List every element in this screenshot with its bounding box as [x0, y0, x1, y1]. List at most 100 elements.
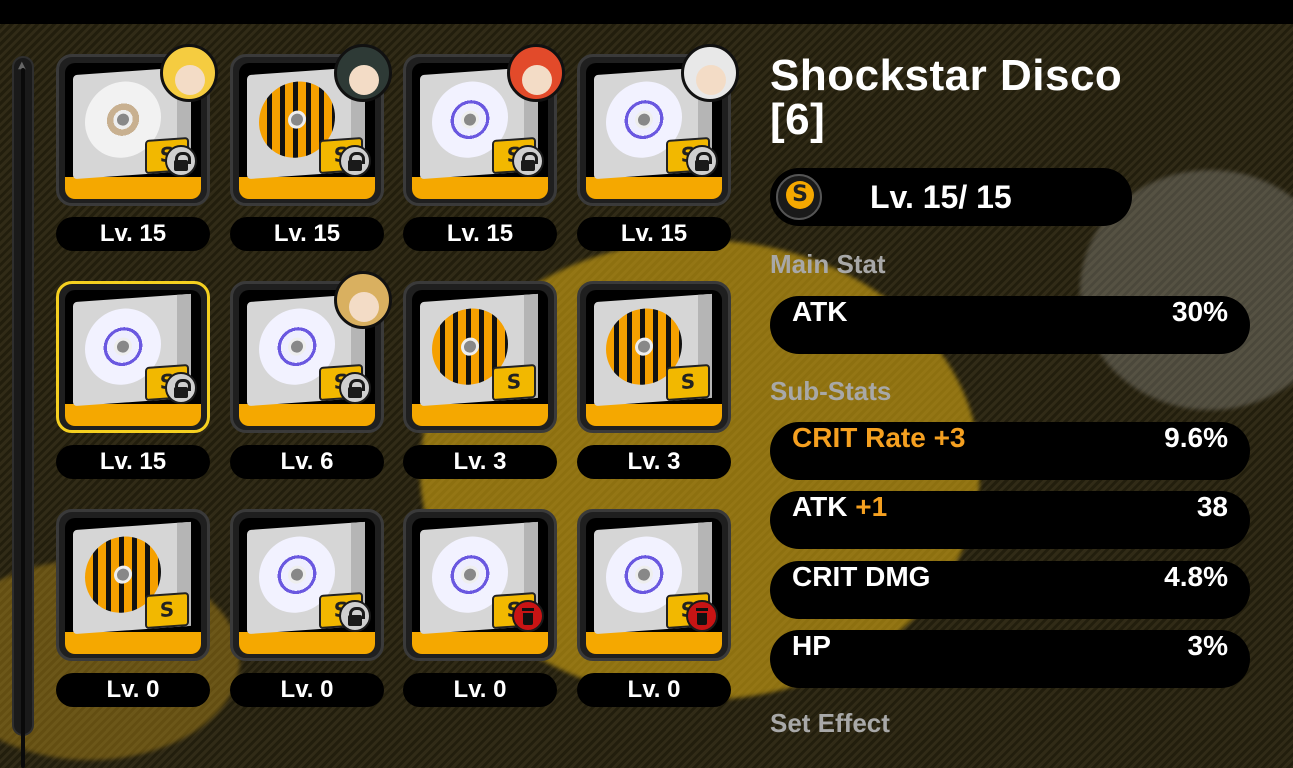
disc-card-art: S: [412, 518, 548, 654]
disc-card-art: S: [65, 290, 201, 426]
lock-icon[interactable]: [165, 145, 197, 177]
sub-stat-value: 38: [1196, 491, 1228, 522]
sub-stat-row: CRIT Rate +3 9.6%: [770, 422, 1250, 480]
sub-stat-name: CRIT DMG: [792, 561, 931, 592]
disc-level-label: Lv. 3: [403, 445, 557, 479]
disc-case: S: [73, 521, 191, 635]
disc-case: S: [420, 293, 538, 407]
disc-level-label: Lv. 0: [403, 673, 557, 707]
sub-stat-label: CRIT Rate: [792, 422, 926, 453]
disc-hub: [114, 337, 132, 357]
rarity-s-icon: S: [492, 364, 536, 402]
disc-level-label: Lv. 0: [230, 673, 384, 707]
disc-card-bar: [412, 404, 548, 426]
sub-stats-label: Sub-Stats: [770, 376, 892, 406]
disc-level-label: Lv. 6: [230, 445, 384, 479]
equipped-agent-avatar: [507, 44, 565, 102]
disc-level-label: Lv. 15: [577, 217, 731, 251]
disc-card-bar: [239, 177, 375, 199]
equipped-agent-avatar: [334, 271, 392, 329]
lock-icon[interactable]: [512, 145, 544, 177]
disc-hub: [288, 110, 306, 130]
disc-card[interactable]: S: [230, 509, 384, 661]
disc-card-bar: [65, 177, 201, 199]
rarity-s-icon: [776, 174, 822, 220]
sub-stat-value: 4.8%: [1164, 561, 1228, 592]
sub-stat-name: HP: [792, 630, 831, 661]
equipped-agent-avatar: [681, 44, 739, 102]
disc-hub: [635, 337, 653, 357]
sub-stat-row: HP 3%: [770, 630, 1250, 688]
disc-card-bar: [586, 404, 722, 426]
disc-card[interactable]: S: [577, 281, 731, 433]
scrollbar-thumb[interactable]: [21, 68, 25, 768]
lock-icon[interactable]: [339, 145, 371, 177]
trash-icon[interactable]: [512, 600, 544, 632]
equipped-agent-avatar: [160, 44, 218, 102]
disc-card-bar: [412, 632, 548, 654]
avatar-face: [696, 65, 726, 95]
disc-level-label: Lv. 15: [56, 445, 210, 479]
disc-level-box: Lv. 15/ 15: [770, 168, 1132, 226]
disc-card-bar: [586, 632, 722, 654]
sub-stat-roll: +1: [855, 491, 888, 522]
avatar-face: [349, 65, 379, 95]
disc-card-bar: [65, 632, 201, 654]
avatar-face: [175, 65, 205, 95]
avatar-face: [522, 65, 552, 95]
disc-case: S: [594, 293, 712, 407]
sub-stat-roll: +3: [933, 422, 966, 453]
main-stat-name: ATK: [792, 296, 848, 327]
trash-icon[interactable]: [686, 600, 718, 632]
disc-level-label: Lv. 0: [577, 673, 731, 707]
disc-card[interactable]: S: [577, 509, 731, 661]
disc-hub: [461, 337, 479, 357]
disc-card-art: S: [65, 518, 201, 654]
set-effect-label: Set Effect: [770, 708, 890, 738]
disc-level-label: Lv. 15: [56, 217, 210, 251]
equipped-agent-avatar: [334, 44, 392, 102]
lock-icon[interactable]: [686, 145, 718, 177]
disc-hub: [114, 565, 132, 585]
disc-hub: [288, 565, 306, 585]
sub-stat-name: ATK +1: [792, 491, 887, 549]
disc-hub: [461, 110, 479, 130]
rarity-s-icon: S: [666, 364, 710, 402]
disc-list-scrollbar[interactable]: ▲: [12, 56, 34, 768]
avatar-face: [349, 292, 379, 322]
rarity-s-icon: S: [145, 592, 189, 630]
disc-hub: [635, 565, 653, 585]
disc-card-bar: [239, 404, 375, 426]
sub-stat-label: ATK: [792, 491, 848, 522]
main-stat-value: 30%: [1171, 296, 1228, 327]
disc-level-label: Lv. 15: [230, 217, 384, 251]
disc-card[interactable]: S: [403, 509, 557, 661]
disc-card-art: S: [586, 290, 722, 426]
disc-hub: [288, 337, 306, 357]
main-stat-row: ATK 30%: [770, 296, 1250, 354]
disc-card-art: S: [239, 518, 375, 654]
disc-hub: [114, 110, 132, 130]
disc-card[interactable]: S: [56, 509, 210, 661]
disc-level-label: Lv. 15: [403, 217, 557, 251]
sub-stat-value: 3%: [1187, 630, 1228, 661]
disc-hub: [635, 110, 653, 130]
lock-icon[interactable]: [165, 372, 197, 404]
disc-card-art: S: [412, 290, 548, 426]
disc-title: Shockstar Disco [6]: [770, 51, 1123, 144]
disc-card-art: S: [586, 518, 722, 654]
lock-icon[interactable]: [339, 372, 371, 404]
main-stat-label: Main Stat: [770, 249, 886, 279]
disc-card[interactable]: S: [56, 281, 210, 433]
disc-card-bar: [65, 404, 201, 426]
disc-card[interactable]: S: [403, 281, 557, 433]
disc-level-label: Lv. 0: [56, 673, 210, 707]
disc-card-bar: [412, 177, 548, 199]
disc-level-label: Lv. 3: [577, 445, 731, 479]
lock-icon[interactable]: [339, 600, 371, 632]
disc-card-bar: [239, 632, 375, 654]
disc-card-bar: [586, 177, 722, 199]
disc-level-text: Lv. 15/ 15: [870, 179, 1012, 215]
sub-stat-value: 9.6%: [1164, 422, 1228, 453]
sub-stat-row: CRIT DMG 4.8%: [770, 561, 1250, 619]
